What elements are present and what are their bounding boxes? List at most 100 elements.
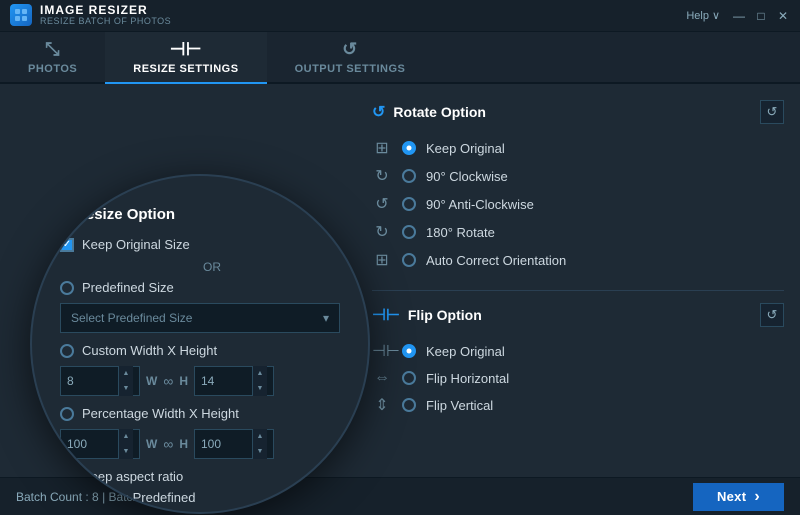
- keep-original-label: Keep Original Size: [82, 237, 190, 252]
- rotate-label-auto: Auto Correct Orientation: [426, 253, 566, 268]
- maximize-button[interactable]: □: [754, 9, 768, 23]
- keep-original-row: ✓ Keep Original Size: [60, 237, 340, 252]
- predefined-select[interactable]: Select Predefined Size ▾: [60, 303, 340, 333]
- percent-height-value: 100: [201, 437, 252, 451]
- rotate-reset-button[interactable]: ↺: [760, 100, 784, 124]
- flip-option-vertical[interactable]: ⇕ Flip Vertical: [372, 391, 784, 419]
- pw-down[interactable]: ▼: [119, 444, 133, 459]
- resize-tab-icon: ⊣⊢: [170, 39, 202, 60]
- percent-width-input[interactable]: 100 ▲ ▼: [60, 429, 140, 459]
- next-arrow-icon: ›: [754, 488, 760, 506]
- rotate-label-keep: Keep Original: [426, 141, 505, 156]
- width-spinner[interactable]: ▲ ▼: [118, 366, 133, 396]
- flip-section: ⊣⊢ Flip Option ↺ ⊣⊢ Keep Original ⇔ Flip…: [372, 303, 784, 419]
- width-down[interactable]: ▼: [119, 381, 133, 396]
- flip-option-horizontal[interactable]: ⇔ Flip Horizontal: [372, 365, 784, 391]
- custom-wh-row: Custom Width X Height: [60, 343, 340, 358]
- predefined-placeholder: Select Predefined Size: [71, 311, 192, 325]
- rotate-radio-keep[interactable]: [402, 141, 416, 155]
- close-button[interactable]: ✕: [776, 9, 790, 23]
- flip-keep-icon: ⊣⊢: [372, 341, 392, 361]
- tab-output-settings[interactable]: ↺ OUTPUT SETTINGS: [267, 32, 434, 84]
- percentage-radio[interactable]: [60, 407, 74, 421]
- title-bar-left: IMAGE RESIZER RESIZE BATCH OF PHOTOS: [10, 4, 171, 27]
- custom-wh-radio[interactable]: [60, 344, 74, 358]
- tab-bar: ⤡ PHOTOS ⊣⊢ RESIZE SETTINGS ↺ OUTPUT SET…: [0, 32, 800, 84]
- height-value: 14: [201, 374, 252, 388]
- right-panel: ↺ Rotate Option ↺ ⊞ Keep Original ↻ 90° …: [372, 100, 784, 461]
- rotate-option-90acw[interactable]: ↺ 90° Anti-Clockwise: [372, 190, 784, 218]
- percentage-label: Percentage Width X Height: [82, 406, 239, 421]
- pw-up[interactable]: ▲: [119, 429, 133, 444]
- height-up[interactable]: ▲: [253, 366, 267, 381]
- link-icon-2: ∞: [163, 436, 173, 452]
- resize-tab-label: RESIZE SETTINGS: [133, 63, 238, 75]
- percent-height-spinner[interactable]: ▲ ▼: [252, 429, 267, 459]
- keep-aspect-row: Keep aspect ratio: [60, 469, 340, 484]
- rotate-section: ↺ Rotate Option ↺ ⊞ Keep Original ↻ 90° …: [372, 100, 784, 274]
- w-label: W: [146, 374, 157, 388]
- custom-height-input[interactable]: 14 ▲ ▼: [194, 366, 274, 396]
- rotate-radio-auto[interactable]: [402, 253, 416, 267]
- photos-tab-label: PHOTOS: [28, 63, 77, 75]
- output-tab-label: OUTPUT SETTINGS: [295, 63, 406, 75]
- percent-width-spinner[interactable]: ▲ ▼: [118, 429, 133, 459]
- percentage-wh-inputs: 100 ▲ ▼ W ∞ H 100 ▲ ▼: [60, 429, 340, 459]
- rotate-option-keep-original[interactable]: ⊞ Keep Original: [372, 134, 784, 162]
- or-text: OR: [84, 260, 340, 274]
- ph-label: H: [179, 437, 188, 451]
- title-bar: IMAGE RESIZER RESIZE BATCH OF PHOTOS Hel…: [0, 0, 800, 32]
- tab-photos[interactable]: ⤡ PHOTOS: [0, 32, 105, 84]
- width-value: 8: [67, 374, 118, 388]
- flip-v-icon: ⇕: [372, 395, 392, 415]
- photos-tab-icon: ⤡: [45, 39, 60, 60]
- next-button[interactable]: Next ›: [693, 483, 784, 511]
- rotate-radio-90cw[interactable]: [402, 169, 416, 183]
- rotate-radio-90acw[interactable]: [402, 197, 416, 211]
- rotate-icon: ↺: [372, 102, 385, 122]
- ph-up[interactable]: ▲: [253, 429, 267, 444]
- help-button[interactable]: Help ∨: [686, 9, 720, 22]
- rotate-label-90cw: 90° Clockwise: [426, 169, 508, 184]
- flip-label-vertical: Flip Vertical: [426, 398, 493, 413]
- title-bar-right: Help ∨ — □ ✕: [686, 9, 790, 23]
- rotate-label-180: 180° Rotate: [426, 225, 495, 240]
- custom-wh-label: Custom Width X Height: [82, 343, 217, 358]
- rotate-keep-icon: ⊞: [372, 138, 392, 158]
- window-controls: — □ ✕: [732, 9, 790, 23]
- resize-option-content: ◂ Resize Option ✓ Keep Original Size OR …: [60, 206, 340, 511]
- select-arrow-icon: ▾: [323, 311, 329, 325]
- flip-radio-keep[interactable]: [402, 344, 416, 358]
- predefined-label: Predefined Size: [82, 280, 174, 295]
- output-tab-icon: ↺: [342, 39, 358, 60]
- predefined-radio[interactable]: [60, 281, 74, 295]
- rotate-option-180[interactable]: ↻ 180° Rotate: [372, 218, 784, 246]
- minimize-button[interactable]: —: [732, 9, 746, 23]
- flip-h-icon: ⇔: [372, 369, 392, 387]
- flip-reset-button[interactable]: ↺: [760, 303, 784, 327]
- flip-label-horizontal: Flip Horizontal: [426, 371, 509, 386]
- height-spinner[interactable]: ▲ ▼: [252, 366, 267, 396]
- flip-option-keep-original[interactable]: ⊣⊢ Keep Original: [372, 337, 784, 365]
- rotate-acw-icon: ↺: [372, 194, 392, 214]
- flip-radio-horizontal[interactable]: [402, 371, 416, 385]
- rotate-option-90cw[interactable]: ↻ 90° Clockwise: [372, 162, 784, 190]
- rotate-auto-icon: ⊞: [372, 250, 392, 270]
- resize-option-overlay: ◂ Resize Option ✓ Keep Original Size OR …: [30, 174, 370, 514]
- custom-width-input[interactable]: 8 ▲ ▼: [60, 366, 140, 396]
- tab-resize-settings[interactable]: ⊣⊢ RESIZE SETTINGS: [105, 32, 266, 84]
- app-title-group: IMAGE RESIZER RESIZE BATCH OF PHOTOS: [40, 4, 171, 27]
- h-label: H: [179, 374, 188, 388]
- height-down[interactable]: ▼: [253, 381, 267, 396]
- pw-label: W: [146, 437, 157, 451]
- flip-radio-vertical[interactable]: [402, 398, 416, 412]
- flip-options-list: ⊣⊢ Keep Original ⇔ Flip Horizontal ⇕ Fli…: [372, 337, 784, 419]
- percent-height-input[interactable]: 100 ▲ ▼: [194, 429, 274, 459]
- ph-down[interactable]: ▼: [253, 444, 267, 459]
- custom-wh-inputs: 8 ▲ ▼ W ∞ H 14 ▲ ▼: [60, 366, 340, 396]
- rotate-radio-180[interactable]: [402, 225, 416, 239]
- rotate-option-auto[interactable]: ⊞ Auto Correct Orientation: [372, 246, 784, 274]
- batch-count: Batch Count : 8: [16, 490, 99, 504]
- next-label: Next: [717, 489, 746, 504]
- width-up[interactable]: ▲: [119, 366, 133, 381]
